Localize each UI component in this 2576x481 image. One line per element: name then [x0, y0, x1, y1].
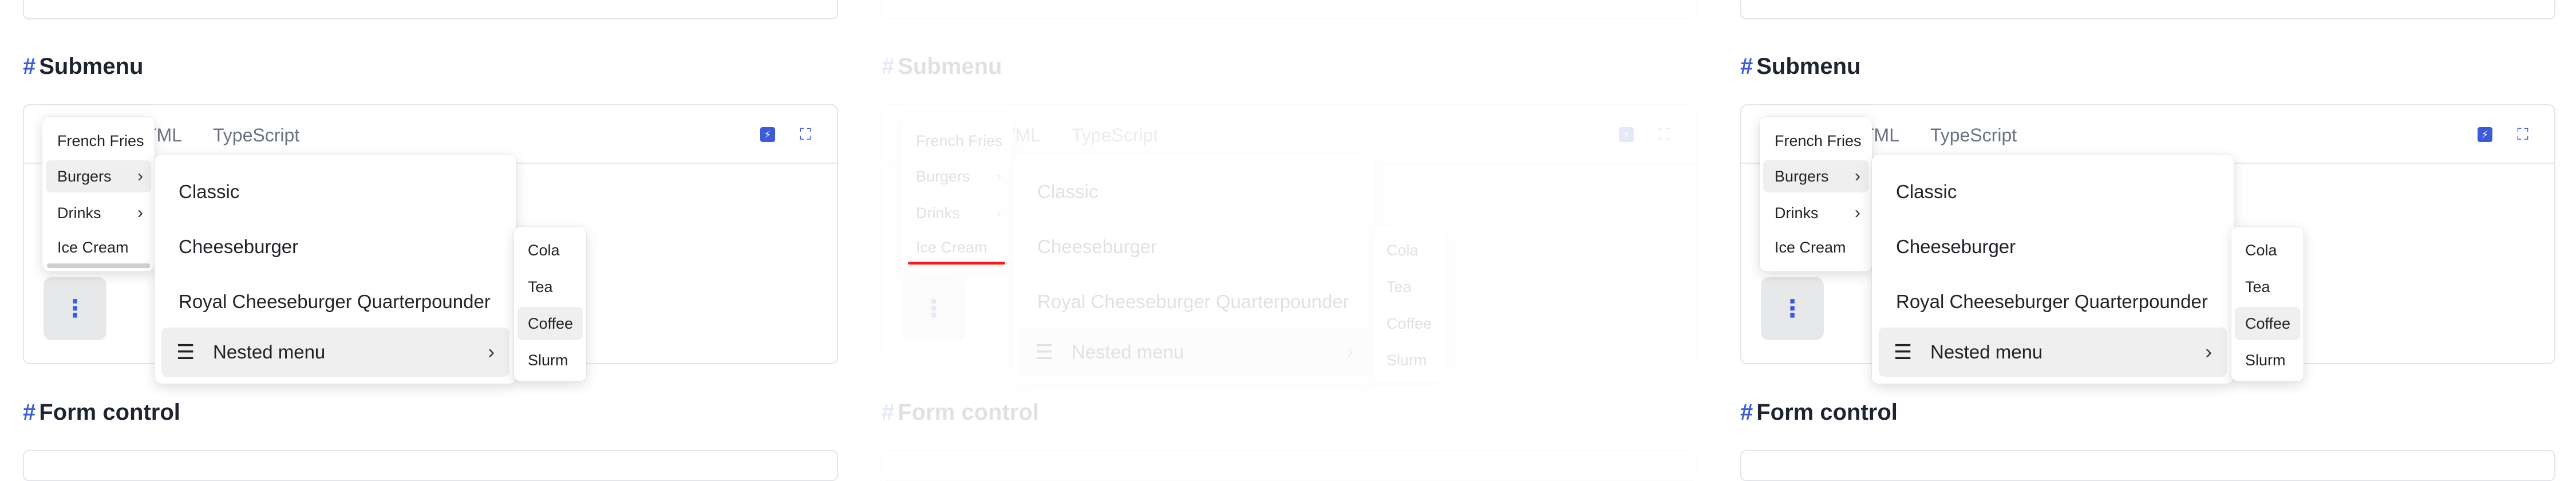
menu-item-ice-cream[interactable]: Ice Cream [1763, 231, 1868, 263]
previous-card [1740, 0, 2555, 19]
menu-item-tea[interactable]: Tea [517, 270, 583, 303]
menu-item-french-fries[interactable]: French Fries [46, 125, 151, 157]
menu-item-classic[interactable]: Classic [1879, 167, 2227, 216]
menu-item-classic[interactable]: Classic [1020, 167, 1368, 216]
bolt-icon[interactable]: ⚡ [1619, 127, 1634, 142]
menu-item-slurm[interactable]: Slurm [517, 344, 583, 377]
next-card [1740, 450, 2555, 481]
tab-typescript[interactable]: TypeScript [1930, 125, 2017, 146]
menu-item-slurm[interactable]: Slurm [1376, 344, 1441, 377]
chevron-right-icon: › [488, 341, 495, 363]
hamburger-icon: ☰ [1035, 340, 1054, 364]
menu-item-cola[interactable]: Cola [517, 234, 583, 267]
menu-item-royal-cheeseburger[interactable]: Royal Cheeseburger Quarterpounder [1879, 277, 2227, 326]
menu-item-ice-cream[interactable]: Ice Cream [46, 231, 151, 263]
menu-item-cheeseburger[interactable]: Cheeseburger [1020, 222, 1368, 271]
menu-item-nested-menu[interactable]: ☰ Nested menu › [1879, 328, 2227, 377]
section-heading-submenu: # Submenu [882, 54, 1002, 79]
expand-icon[interactable]: ⛶ [2515, 127, 2530, 143]
menu-item-french-fries[interactable]: French Fries [1763, 125, 1868, 157]
menu-item-classic[interactable]: Classic [161, 167, 509, 216]
menu-level-2: Classic Cheeseburger Royal Cheeseburger … [1872, 155, 2234, 384]
section-heading-form-control: # Form control [1740, 400, 1898, 425]
previous-card [882, 0, 1697, 19]
menu-item-coffee[interactable]: Coffee [2235, 307, 2300, 340]
kebab-menu-button[interactable]: ⋮ [902, 277, 965, 340]
next-card [23, 450, 838, 481]
section-heading-submenu: # Submenu [23, 54, 144, 79]
menu-item-drinks[interactable]: Drinks › [1763, 197, 1868, 229]
menu-item-royal-cheeseburger[interactable]: Royal Cheeseburger Quarterpounder [1020, 277, 1368, 326]
menu-item-drinks[interactable]: Drinks › [46, 197, 151, 229]
menu-item-coffee[interactable]: Coffee [517, 307, 583, 340]
kebab-menu-button[interactable]: ⋮ [1761, 277, 1824, 340]
expand-icon[interactable]: ⛶ [1657, 127, 1672, 143]
menu-item-tea[interactable]: Tea [2235, 270, 2300, 303]
tab-typescript[interactable]: TypeScript [1072, 125, 1158, 146]
menu-level-2: Classic Cheeseburger Royal Cheeseburger … [1013, 155, 1375, 384]
hamburger-icon: ☰ [176, 340, 195, 364]
menu-item-cola[interactable]: Cola [2235, 234, 2300, 267]
menu-item-drinks[interactable]: Drinks › [904, 197, 1010, 229]
chevron-right-icon: › [137, 167, 143, 186]
menu-level-3: Cola Tea Coffee Slurm [2231, 227, 2304, 381]
hash-icon: # [882, 54, 895, 79]
menu-item-cola[interactable]: Cola [1376, 234, 1441, 267]
bolt-icon[interactable]: ⚡ [760, 127, 775, 142]
section-heading-form-control: # Form control [882, 400, 1039, 425]
menu-item-ice-cream[interactable]: Ice Cream [904, 231, 1010, 263]
section-heading-form-control: # Form control [23, 400, 180, 425]
menu-item-burgers[interactable]: Burgers › [904, 160, 1010, 192]
hash-icon: # [23, 400, 36, 425]
menu-item-tea[interactable]: Tea [1376, 270, 1441, 303]
menu-level-3: Cola Tea Coffee Slurm [1373, 227, 1445, 381]
hamburger-icon: ☰ [1894, 340, 1913, 364]
hash-icon: # [882, 400, 895, 425]
menu-item-royal-cheeseburger[interactable]: Royal Cheeseburger Quarterpounder [161, 277, 509, 326]
panel-transition: # Submenu TML TypeScript ⚡ ⛶ ⋮ French Fri… [859, 0, 1717, 481]
menu-level-1: French Fries Burgers › Drinks › Ice Cream [42, 117, 155, 271]
panel-after: # Submenu TML TypeScript ⚡ ⛶ ⋮ French Fri… [1717, 0, 2576, 481]
tab-typescript[interactable]: TypeScript [213, 125, 299, 146]
bolt-icon[interactable]: ⚡ [2478, 127, 2492, 142]
menu-item-burgers[interactable]: Burgers › [1763, 160, 1868, 192]
menu-item-french-fries[interactable]: French Fries [904, 125, 1010, 157]
menu-item-cheeseburger[interactable]: Cheeseburger [1879, 222, 2227, 271]
section-heading-submenu: # Submenu [1740, 54, 1861, 79]
menu-level-2: Classic Cheeseburger Royal Cheeseburger … [155, 155, 516, 384]
menu-item-nested-menu[interactable]: ☰ Nested menu › [1020, 328, 1368, 377]
expand-icon[interactable]: ⛶ [798, 127, 813, 143]
hash-icon: # [23, 54, 36, 79]
chevron-right-icon: › [996, 167, 1002, 186]
panel-before: # Submenu TML TypeScript ⚡ ⛶ ⋮ French Fri… [0, 0, 859, 481]
chevron-right-icon: › [1346, 341, 1353, 363]
menu-item-slurm[interactable]: Slurm [2235, 344, 2300, 377]
menu-item-coffee[interactable]: Coffee [1376, 307, 1441, 340]
previous-card [23, 0, 838, 19]
menu-item-burgers[interactable]: Burgers › [46, 160, 151, 192]
chevron-right-icon: › [137, 203, 143, 222]
chevron-right-icon: › [2205, 341, 2212, 363]
menu-item-cheeseburger[interactable]: Cheeseburger [161, 222, 509, 271]
menu-level-1: French Fries Burgers › Drinks › Ice Cream [901, 117, 1013, 271]
menu-level-3: Cola Tea Coffee Slurm [514, 227, 586, 381]
hash-icon: # [1740, 54, 1753, 79]
focus-underline [908, 262, 1005, 265]
menu-item-nested-menu[interactable]: ☰ Nested menu › [161, 328, 509, 377]
hash-icon: # [1740, 400, 1753, 425]
chevron-right-icon: › [1855, 167, 1860, 186]
menu-level-1: French Fries Burgers › Drinks › Ice Cream [1760, 117, 1872, 271]
chevron-right-icon: › [1855, 203, 1860, 222]
menu-scrollbar[interactable] [47, 263, 150, 268]
next-card [882, 450, 1697, 481]
kebab-menu-button[interactable]: ⋮ [44, 277, 106, 340]
chevron-right-icon: › [996, 203, 1002, 222]
